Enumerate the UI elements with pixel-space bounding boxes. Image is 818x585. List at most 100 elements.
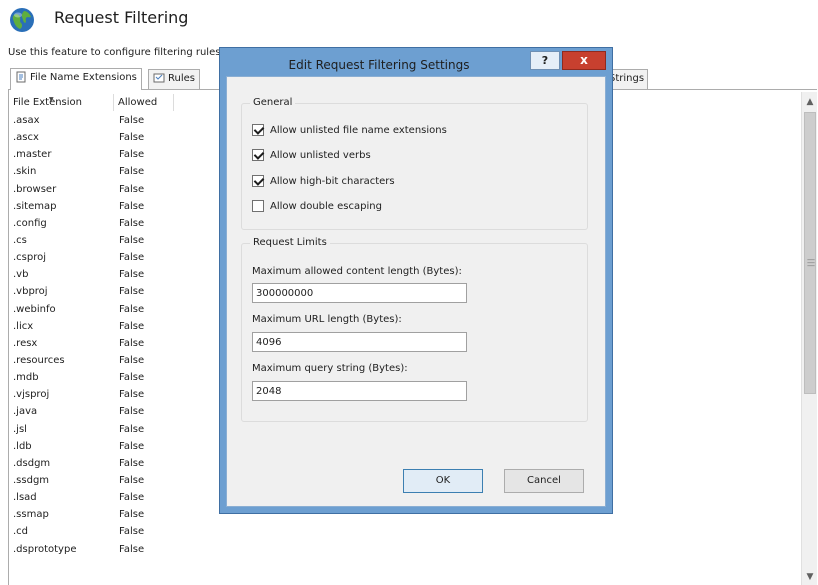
column-header-label: File Extension (13, 97, 83, 108)
allowed-cell: False (119, 372, 145, 384)
allowed-cell: False (119, 320, 145, 332)
close-button[interactable]: x (562, 51, 606, 70)
list-item[interactable]: .dsprototype False (9, 541, 799, 558)
rules-icon (153, 73, 165, 83)
list-item[interactable]: .cd False (9, 523, 799, 540)
file-extension-cell: .master (13, 149, 52, 161)
dialog-title: Edit Request Filtering Settings (288, 58, 470, 72)
allowed-cell: False (119, 286, 145, 298)
allowed-cell: False (119, 474, 145, 486)
column-header-allowed[interactable]: Allowed (114, 94, 174, 111)
dialog-body: General Allow unlisted file name extensi… (226, 76, 606, 507)
help-button[interactable]: ? (530, 51, 560, 70)
checkbox-label: Allow unlisted file name extensions (270, 125, 447, 136)
checkbox-label: Allow high-bit characters (270, 176, 395, 187)
file-extension-cell: .skin (13, 166, 37, 178)
allowed-cell: False (119, 526, 145, 538)
tab-file-name-extensions[interactable]: File Name Extensions (10, 68, 142, 90)
file-extension-cell: .java (13, 406, 38, 418)
allowed-cell: False (119, 440, 145, 452)
file-extension-cell: .vjsproj (13, 389, 50, 401)
file-extension-cell: .cs (13, 234, 27, 246)
max-content-length-input[interactable] (252, 283, 467, 303)
checkbox-box[interactable] (252, 149, 264, 161)
file-extension-cell: .csproj (13, 252, 47, 264)
file-extension-cell: .vbproj (13, 286, 48, 298)
file-extension-cell: .ascx (13, 132, 39, 144)
ok-button[interactable]: OK (403, 469, 483, 493)
scroll-down-icon[interactable]: ▼ (802, 569, 818, 585)
general-group: General Allow unlisted file name extensi… (241, 97, 588, 230)
max-query-string-label: Maximum query string (Bytes): (252, 363, 408, 374)
tab-label: File Name Extensions (30, 72, 137, 83)
max-url-length-input[interactable] (252, 332, 467, 352)
sort-arrow-icon: ▼ (49, 96, 54, 103)
scroll-up-icon[interactable]: ▲ (802, 94, 818, 110)
allowed-cell: False (119, 183, 145, 195)
allowed-cell: False (119, 217, 145, 229)
file-extension-cell: .resources (13, 354, 65, 366)
allow-unlisted-verbs-checkbox[interactable]: Allow unlisted verbs (252, 149, 371, 162)
allowed-cell: False (119, 149, 145, 161)
max-url-length-label: Maximum URL length (Bytes): (252, 314, 402, 325)
scrollbar-thumb[interactable]: — — — (804, 112, 816, 394)
vertical-scrollbar[interactable]: ▲ — — — ▼ (801, 92, 817, 585)
max-query-string-input[interactable] (252, 381, 467, 401)
tab-label: Rules (168, 73, 195, 84)
grip-icon: — — — (807, 255, 815, 270)
file-extension-cell: .sitemap (13, 200, 57, 212)
allow-unlisted-extensions-checkbox[interactable]: Allow unlisted file name extensions (252, 124, 447, 137)
file-extension-cell: .config (13, 217, 47, 229)
allowed-cell: False (119, 354, 145, 366)
max-content-length-label: Maximum allowed content length (Bytes): (252, 266, 462, 277)
checkbox-box[interactable] (252, 175, 264, 187)
checkbox-box[interactable] (252, 200, 264, 212)
file-extension-cell: .resx (13, 337, 38, 349)
checkbox-label: Allow unlisted verbs (270, 150, 371, 161)
globe-icon (10, 8, 34, 32)
file-extension-cell: .webinfo (13, 303, 56, 315)
group-label-request-limits: Request Limits (250, 237, 330, 248)
group-label-general: General (250, 97, 296, 108)
checkbox-label: Allow double escaping (270, 201, 382, 212)
file-extension-cell: .dsdgm (13, 457, 51, 469)
file-extension-cell: .cd (13, 526, 29, 538)
allowed-cell: False (119, 200, 145, 212)
allowed-cell: False (119, 492, 145, 504)
allowed-cell: False (119, 337, 145, 349)
checkbox-box[interactable] (252, 124, 264, 136)
document-icon (16, 71, 26, 83)
column-header-file-extension[interactable]: File Extension ▼ (9, 94, 114, 111)
file-extension-cell: .browser (13, 183, 57, 195)
file-extension-cell: .mdb (13, 372, 39, 384)
column-header-label: Allowed (118, 97, 158, 108)
allowed-cell: False (119, 457, 145, 469)
allowed-cell: False (119, 303, 145, 315)
allowed-cell: False (119, 423, 145, 435)
file-extension-cell: .vb (13, 269, 29, 281)
request-limits-group: Request Limits Maximum allowed content l… (241, 237, 588, 422)
allowed-cell: False (119, 132, 145, 144)
file-extension-cell: .licx (13, 320, 34, 332)
file-extension-cell: .ssdgm (13, 474, 50, 486)
file-extension-cell: .dsprototype (13, 543, 77, 555)
allowed-cell: False (119, 509, 145, 521)
allowed-cell: False (119, 389, 145, 401)
file-extension-cell: .lsad (13, 492, 37, 504)
file-extension-cell: .ssmap (13, 509, 49, 521)
allowed-cell: False (119, 543, 145, 555)
page-title: Request Filtering (54, 8, 189, 27)
tab-rules[interactable]: Rules (148, 69, 200, 89)
allowed-cell: False (119, 252, 145, 264)
allowed-cell: False (119, 166, 145, 178)
allow-double-escaping-checkbox[interactable]: Allow double escaping (252, 200, 382, 213)
cancel-button[interactable]: Cancel (504, 469, 584, 493)
allowed-cell: False (119, 115, 145, 126)
edit-request-filtering-dialog: Edit Request Filtering Settings ? x Gene… (219, 47, 613, 514)
allow-high-bit-characters-checkbox[interactable]: Allow high-bit characters (252, 175, 395, 188)
allowed-cell: False (119, 406, 145, 418)
file-extension-cell: .ldb (13, 440, 32, 452)
file-extension-cell: .jsl (13, 423, 27, 435)
page-description: Use this feature to configure filtering … (8, 47, 221, 58)
allowed-cell: False (119, 234, 145, 246)
